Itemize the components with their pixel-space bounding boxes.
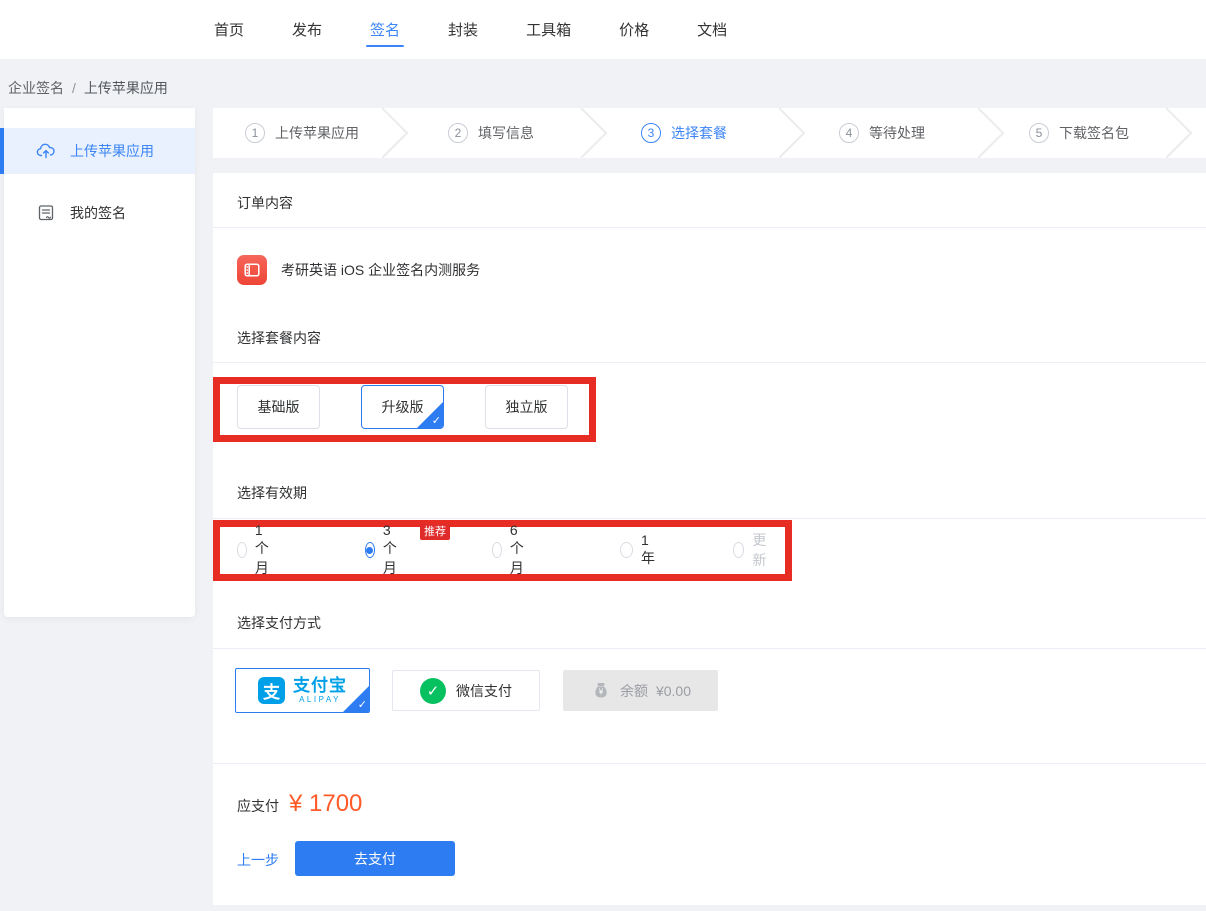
- radio-icon: [620, 542, 633, 558]
- package-option-standalone[interactable]: 独立版: [485, 385, 568, 429]
- validity-option-1-month[interactable]: 1个月: [237, 522, 275, 578]
- section-title-choose-package: 选择套餐内容: [237, 328, 321, 348]
- section-title-choose-validity: 选择有效期: [237, 483, 307, 503]
- section-divider: [213, 227, 1206, 228]
- sidebar-item-label: 上传苹果应用: [70, 141, 154, 161]
- validity-option-label: 6个月: [510, 522, 530, 578]
- step-label: 上传苹果应用: [275, 123, 359, 143]
- payment-summary: 应支付 ¥ 1700: [237, 790, 362, 818]
- validity-option-label: 3个月: [383, 522, 403, 578]
- package-options: 基础版 升级版 ✓ 独立版: [237, 385, 568, 429]
- payment-option-alipay[interactable]: 支 支付宝 ALIPAY ✓: [235, 668, 370, 713]
- radio-icon: [733, 542, 744, 558]
- section-title-choose-payment: 选择支付方式: [237, 613, 321, 633]
- step-separator-chevron: [557, 108, 608, 158]
- sidebar-item-upload-apple-app[interactable]: 上传苹果应用: [4, 128, 195, 174]
- previous-step-link[interactable]: 上一步: [237, 850, 279, 870]
- sidebar-item-label: 我的签名: [70, 203, 126, 223]
- validity-option-label: 1个月: [255, 522, 275, 578]
- nav-item-publish[interactable]: 发布: [276, 0, 338, 59]
- radio-icon: [237, 542, 247, 558]
- step-separator-chevron: [954, 108, 1005, 158]
- step-separator-chevron: [1142, 108, 1193, 158]
- validity-option-label: 更新: [752, 530, 771, 570]
- money-bag-icon: ¥: [590, 680, 612, 702]
- step-label: 下载签名包: [1059, 123, 1129, 143]
- section-divider: [213, 648, 1206, 649]
- step-number: 3: [641, 123, 661, 143]
- nav-item-pricing[interactable]: 价格: [603, 0, 665, 59]
- wechat-pay-icon: ✓: [420, 678, 446, 704]
- svg-text:¥: ¥: [598, 687, 604, 696]
- amount-due-label: 应支付: [237, 796, 279, 816]
- step-separator-chevron: [358, 108, 409, 158]
- package-option-label: 基础版: [258, 397, 300, 417]
- check-icon: ✓: [432, 414, 441, 428]
- signature-doc-icon: [36, 203, 56, 223]
- footer-divider: [213, 763, 1206, 764]
- section-title-order-content: 订单内容: [237, 193, 293, 213]
- validity-option-6-months[interactable]: 6个月: [492, 522, 530, 578]
- step-number: 4: [839, 123, 859, 143]
- nav-item-docs[interactable]: 文档: [681, 0, 743, 59]
- step-number: 1: [245, 123, 265, 143]
- payment-methods: 支 支付宝 ALIPAY ✓ ✓ 微信支付 ¥ 余额 ¥0.00: [235, 668, 718, 713]
- step-2-fill-info: 2 填写信息: [448, 108, 534, 158]
- validity-option-label: 1年: [641, 532, 658, 568]
- top-navbar: 首页 发布 签名 封装 工具箱 价格 文档: [0, 0, 1206, 60]
- step-label: 选择套餐: [671, 123, 727, 143]
- amount-due-value: ¥ 1700: [289, 790, 362, 818]
- nav-item-package[interactable]: 封装: [432, 0, 494, 59]
- breadcrumb-section[interactable]: 企业签名: [8, 80, 64, 96]
- cloud-upload-icon: [36, 141, 56, 161]
- step-5-download: 5 下载签名包: [1029, 108, 1129, 158]
- package-option-basic[interactable]: 基础版: [237, 385, 320, 429]
- sidebar-item-my-signatures[interactable]: 我的签名: [4, 190, 195, 236]
- nav-item-home[interactable]: 首页: [198, 0, 260, 59]
- step-number: 2: [448, 123, 468, 143]
- step-number: 5: [1029, 123, 1049, 143]
- recommended-badge: 推荐: [420, 524, 450, 540]
- payment-option-wechat[interactable]: ✓ 微信支付: [392, 670, 540, 711]
- order-app-row: 考研英语 iOS 企业签名内测服务: [237, 255, 480, 285]
- alipay-subtitle: ALIPAY: [299, 696, 341, 704]
- validity-option-3-months[interactable]: 3个月: [365, 522, 403, 578]
- wechat-pay-label: 微信支付: [456, 681, 512, 701]
- sidebar: 上传苹果应用 我的签名: [4, 108, 195, 617]
- balance-amount: ¥0.00: [656, 683, 691, 699]
- section-divider: [213, 518, 1206, 519]
- payment-option-balance: ¥ 余额 ¥0.00: [563, 670, 718, 711]
- go-pay-button[interactable]: 去支付: [295, 841, 455, 876]
- step-4-processing: 4 等待处理: [839, 108, 925, 158]
- order-app-name: 考研英语 iOS 企业签名内测服务: [281, 260, 480, 280]
- radio-icon: [365, 542, 375, 558]
- alipay-wordmark: 支付宝 ALIPAY: [293, 677, 347, 704]
- step-1-upload: 1 上传苹果应用: [245, 108, 359, 158]
- check-icon: ✓: [358, 698, 367, 712]
- step-3-choose-plan: 3 选择套餐: [641, 108, 727, 158]
- breadcrumb-current: 上传苹果应用: [84, 80, 168, 96]
- alipay-name: 支付宝: [293, 677, 347, 694]
- order-card: 订单内容 考研英语 iOS 企业签名内测服务 选择套餐内容 基础版 升级版 ✓ …: [213, 173, 1206, 905]
- nav-item-signature[interactable]: 签名: [354, 0, 416, 59]
- alipay-logo-icon: 支: [258, 677, 285, 704]
- package-option-upgrade[interactable]: 升级版 ✓: [361, 385, 444, 429]
- balance-label: 余额: [620, 681, 648, 701]
- validity-option-renewal: 更新: [733, 530, 771, 570]
- breadcrumb: 企业签名 / 上传苹果应用: [8, 78, 168, 98]
- step-label: 填写信息: [478, 123, 534, 143]
- steps-progress-bar: 1 上传苹果应用 2 填写信息 3 选择套餐 4 等待处理 5 下载签名包: [213, 108, 1206, 158]
- radio-icon: [492, 542, 502, 558]
- section-divider: [213, 362, 1206, 363]
- step-label: 等待处理: [869, 123, 925, 143]
- validity-option-1-year[interactable]: 1年: [620, 532, 658, 568]
- film-app-icon: [237, 255, 267, 285]
- package-option-label: 独立版: [506, 397, 548, 417]
- nav-item-toolbox[interactable]: 工具箱: [510, 0, 587, 59]
- step-separator-chevron: [755, 108, 806, 158]
- breadcrumb-separator: /: [72, 80, 76, 96]
